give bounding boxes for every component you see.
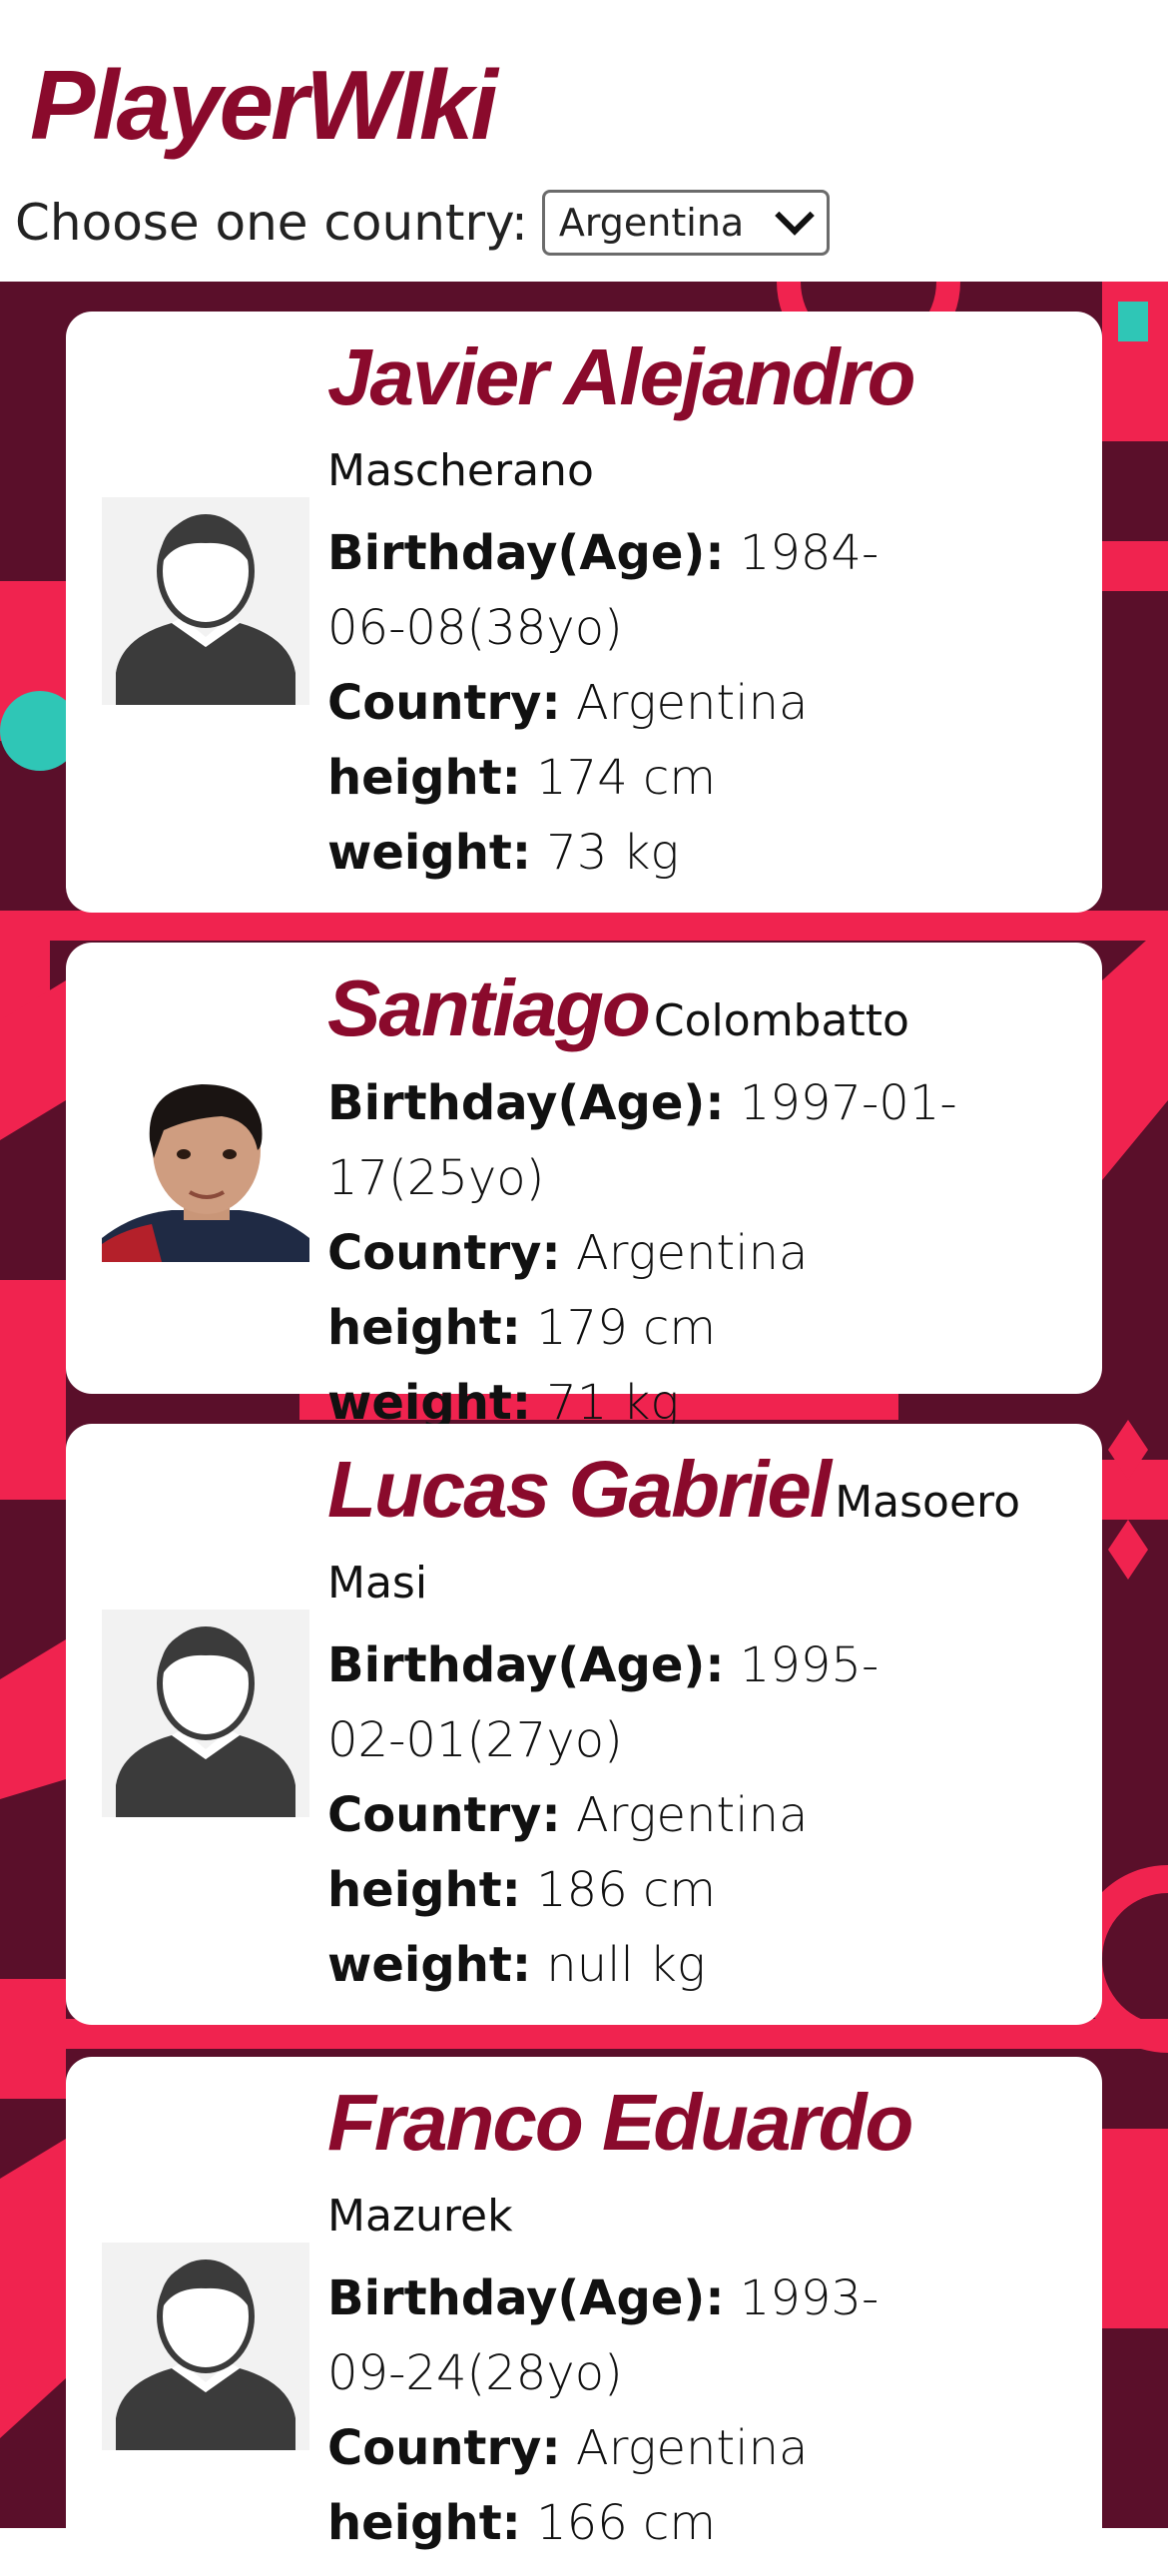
player-first-name[interactable]: Santiago bbox=[327, 964, 651, 1052]
country-filter-label: Choose one country: bbox=[15, 194, 528, 252]
player-first-name[interactable]: Lucas Gabriel bbox=[327, 1445, 832, 1534]
player-country: Argentina bbox=[575, 2420, 809, 2476]
player-card[interactable]: Santiago Colombatto Birthday(Age): 1997-… bbox=[66, 943, 1102, 1431]
player-country: Argentina bbox=[575, 675, 809, 731]
app-header: PlayerWIki Choose one country: Argentina bbox=[0, 0, 1168, 282]
player-height: 186 cm bbox=[536, 1862, 717, 1918]
player-weight: 71 kg bbox=[546, 1375, 680, 1431]
player-card[interactable]: Lucas Gabriel Masoero Masi Birthday(Age)… bbox=[66, 1424, 1102, 2025]
site-title[interactable]: PlayerWIki bbox=[30, 40, 498, 170]
country-select[interactable]: Argentina bbox=[541, 190, 830, 256]
birthday-label: Birthday(Age): bbox=[327, 1075, 725, 1131]
player-last-name: Colombatto bbox=[653, 995, 909, 1046]
country-select-value: Argentina bbox=[558, 201, 745, 245]
country-label: Country: bbox=[327, 1787, 561, 1843]
player-height: 166 cm bbox=[536, 2495, 717, 2551]
player-last-name: Mascherano bbox=[327, 445, 594, 496]
player-weight: 73 kg bbox=[546, 825, 680, 881]
player-height: 179 cm bbox=[536, 1300, 717, 1356]
weight-label: weight: bbox=[327, 825, 532, 881]
default-avatar-icon bbox=[102, 1610, 309, 1817]
player-height: 174 cm bbox=[536, 750, 717, 806]
player-country: Argentina bbox=[575, 1787, 809, 1843]
country-label: Country: bbox=[327, 675, 561, 731]
player-last-name: Mazurek bbox=[327, 2191, 513, 2242]
height-label: height: bbox=[327, 750, 521, 806]
chevron-down-icon bbox=[775, 196, 815, 236]
country-label: Country: bbox=[327, 1225, 561, 1281]
weight-label: weight: bbox=[327, 1937, 532, 1993]
height-label: height: bbox=[327, 1300, 521, 1356]
player-country: Argentina bbox=[575, 1225, 809, 1281]
country-label: Country: bbox=[327, 2420, 561, 2476]
player-first-name[interactable]: Javier Alejandro bbox=[327, 332, 916, 421]
birthday-label: Birthday(Age): bbox=[327, 2270, 725, 2326]
player-weight: null kg bbox=[546, 1937, 706, 1993]
birthday-label: Birthday(Age): bbox=[327, 1637, 725, 1693]
weight-label: weight: bbox=[327, 1375, 532, 1431]
default-avatar-icon bbox=[102, 2243, 309, 2450]
country-filter: Choose one country: Argentina bbox=[15, 190, 830, 256]
player-photo bbox=[102, 1054, 309, 1262]
default-avatar-icon bbox=[102, 497, 309, 705]
height-label: height: bbox=[327, 2495, 521, 2551]
player-first-name[interactable]: Franco Eduardo bbox=[327, 2078, 913, 2167]
player-card[interactable]: Javier Alejandro Mascherano Birthday(Age… bbox=[66, 312, 1102, 913]
player-card[interactable]: Franco Eduardo Mazurek Birthday(Age): 19… bbox=[66, 2057, 1102, 2576]
birthday-label: Birthday(Age): bbox=[327, 525, 725, 581]
height-label: height: bbox=[327, 1862, 521, 1918]
